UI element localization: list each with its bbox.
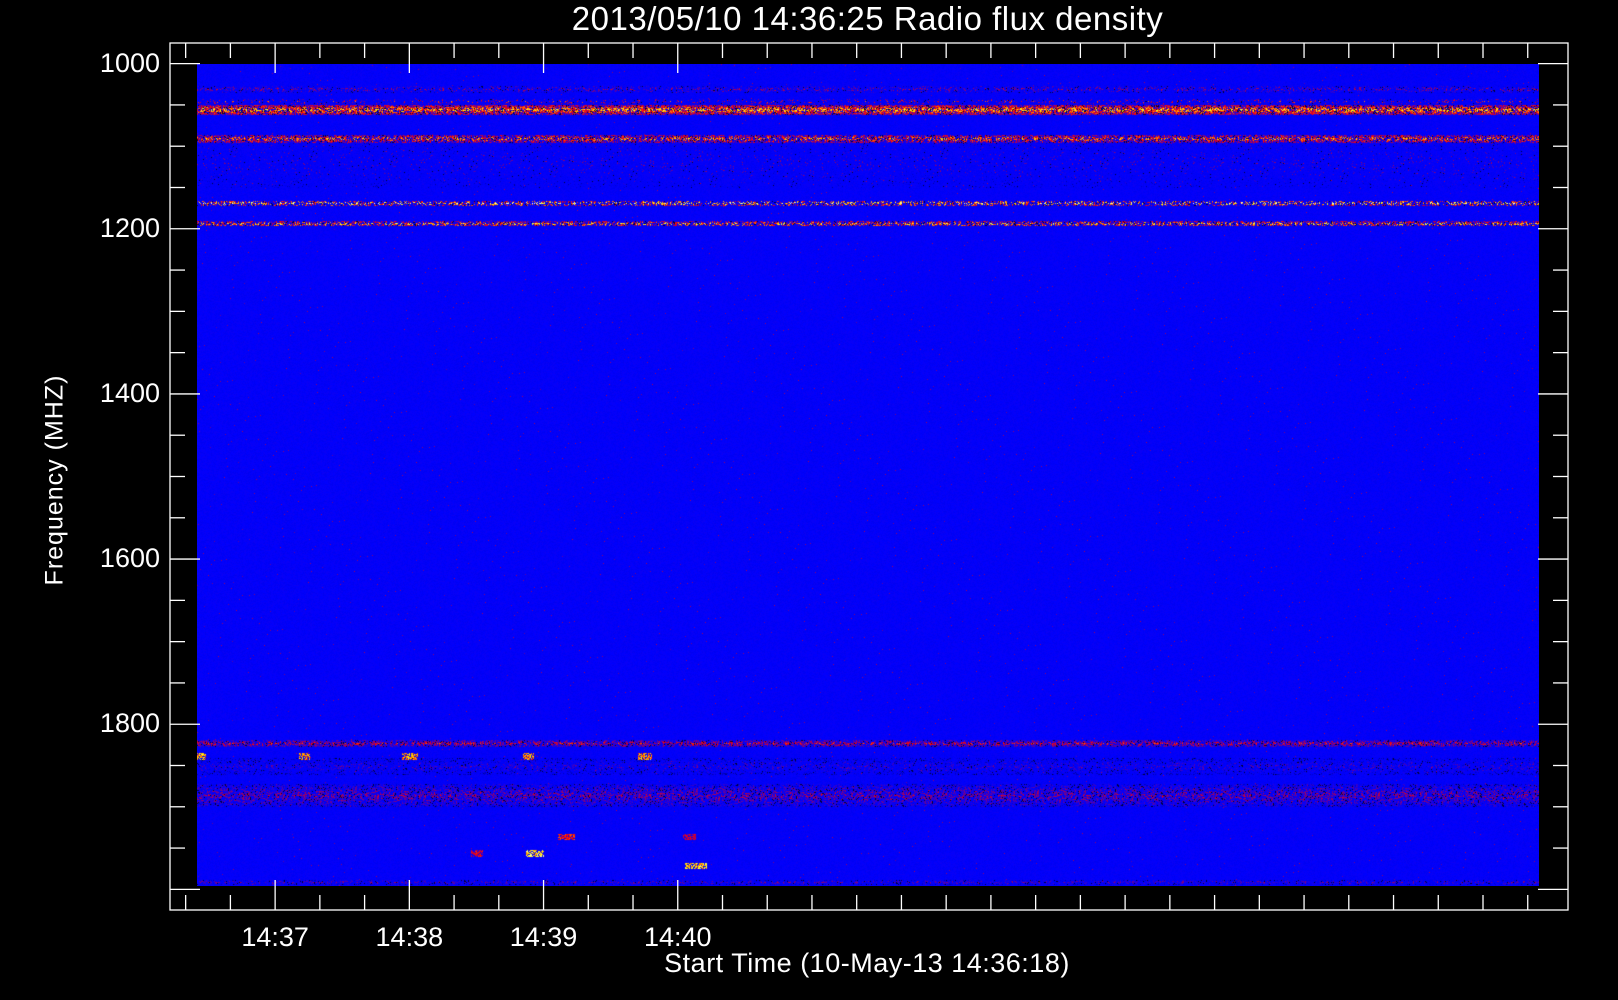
plot-frame [169,42,1569,911]
y-tick-label: 1200 [99,212,160,243]
x-tick-label: 14:40 [643,922,712,952]
x-tick-label: 14:37 [241,922,309,952]
y-tick-label: 1800 [99,708,160,739]
y-tick-label: 1000 [99,47,160,78]
x-tick-label: 14:38 [375,922,444,952]
y-tick-label: 1600 [99,543,160,574]
y-tick-label: 1400 [99,377,160,408]
x-tick-label: 14:39 [509,922,578,952]
plot-axes [169,42,1569,911]
